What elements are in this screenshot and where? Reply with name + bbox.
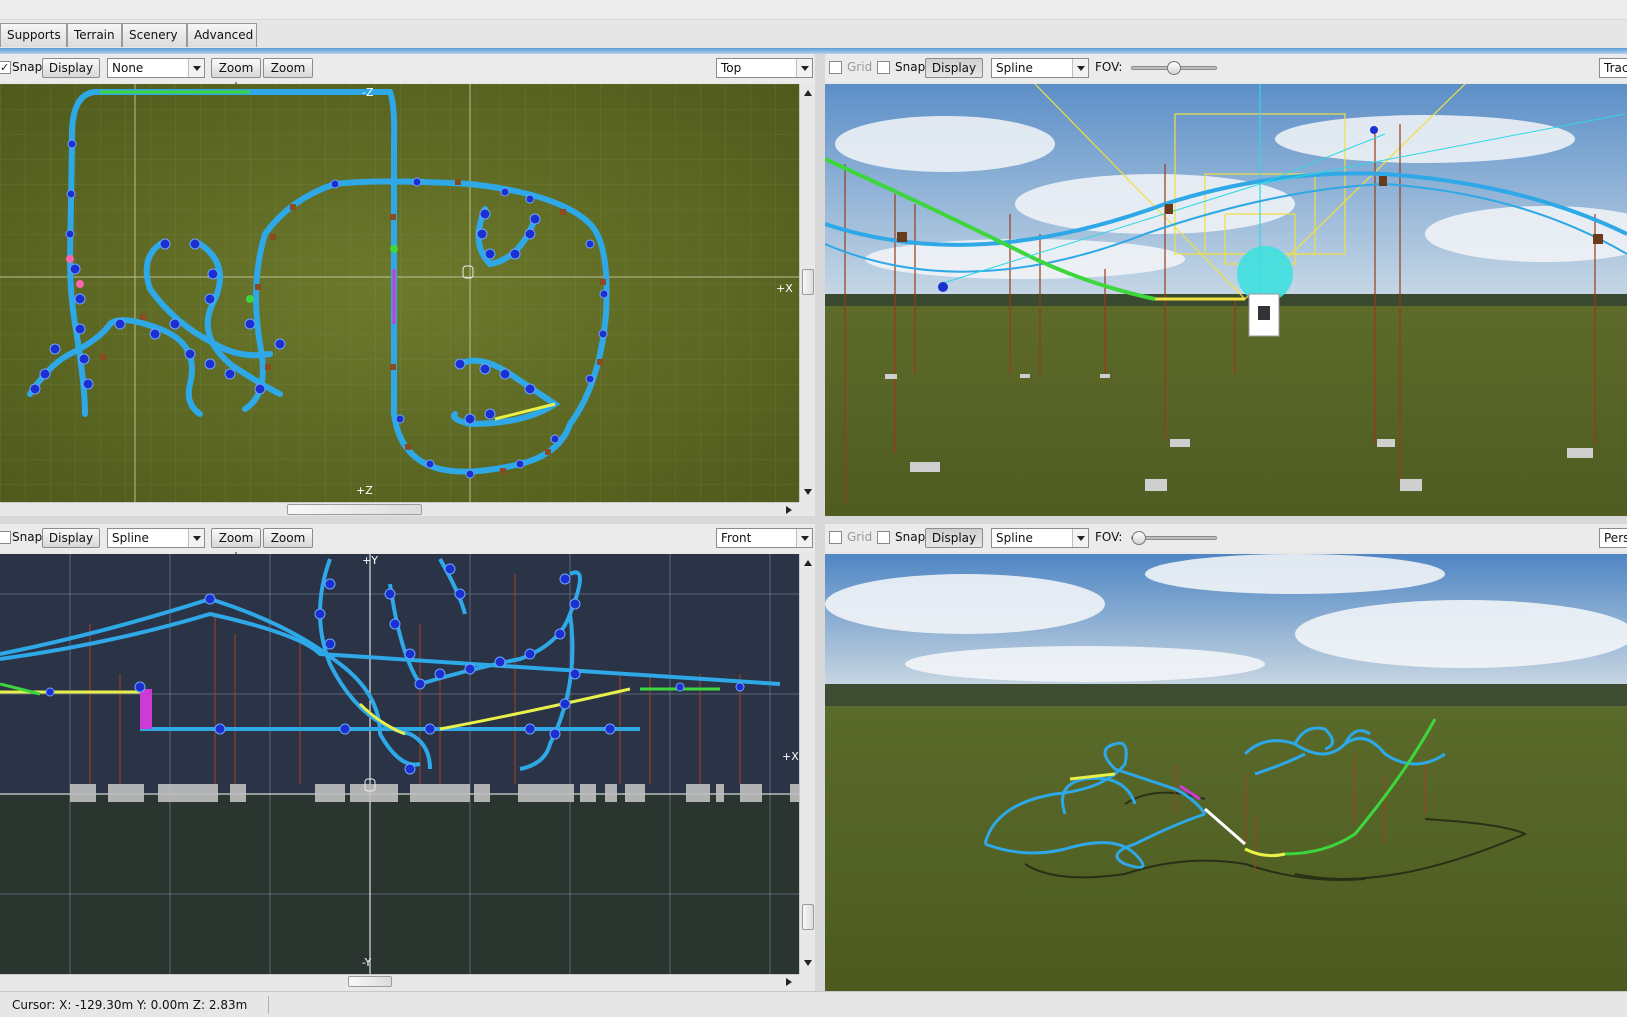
axis-label-plus-x: +X [782,750,799,763]
display-mode-select[interactable]: Spline [991,528,1089,548]
snap-checkbox[interactable] [877,531,890,544]
top-view-hscroll[interactable] [0,502,799,516]
axis-label-minus-y: -Y [362,956,372,969]
track-view-canvas[interactable] [825,84,1627,516]
snap-label: Snap [12,530,43,544]
top-view-pane: Snap Display None Zoom + Zoom - Top [0,54,815,516]
display-mode-select[interactable]: Spline [991,58,1089,78]
grid-label: Grid [847,60,873,74]
display-button[interactable]: Display [42,528,100,548]
tab-supports[interactable]: Supports [0,23,67,47]
front-view-drawing [0,554,799,974]
grid-checkbox[interactable] [829,61,842,74]
dropdown-arrow-icon [1072,59,1088,77]
tab-bar: Supports Terrain Scenery Advanced [0,21,1627,49]
perspective-view-pane: Grid Snap Display Spline FOV: Perspectiv… [825,524,1627,991]
camera-value: Perspective [1604,531,1627,545]
axis-label-plus-z: +Z [356,484,373,497]
snap-label: Snap [895,60,926,74]
horizontal-splitter[interactable] [0,516,1627,524]
dropdown-arrow-icon [188,59,204,77]
dropdown-arrow-icon [796,59,812,77]
slider-thumb-icon[interactable] [1167,61,1181,75]
zoom-out-button[interactable]: Zoom - [263,58,313,93]
view-value: Front [721,531,752,545]
top-view-toolbar: Snap Display None Zoom + Zoom - Top [0,54,815,93]
scroll-up-icon[interactable] [804,560,812,566]
axis-label-minus-z: -Z [362,86,374,99]
dropdown-arrow-icon [796,529,812,547]
view-select[interactable]: Top [716,58,813,78]
display-mode-value: Spline [112,531,149,545]
fov-label: FOV: [1095,530,1123,544]
zoom-in-button[interactable]: Zoom + [211,58,261,93]
camera-select[interactable]: Perspective [1599,528,1627,548]
status-bar: Cursor: X: -129.30m Y: 0.00m Z: 2.83m [0,991,1627,1017]
tab-scenery[interactable]: Scenery [122,23,187,47]
scroll-down-icon[interactable] [804,489,812,495]
track-view-toolbar: Grid Snap Display Spline FOV: Track [825,54,1627,82]
display-mode-value: Spline [996,531,1033,545]
fov-slider[interactable] [1131,61,1217,75]
front-view-pane: Snap Display Spline Zoom + Zoom - Front [0,524,815,991]
top-view-canvas[interactable]: -Z +Z +X [0,84,799,502]
vscroll-thumb[interactable] [802,269,814,295]
front-view-toolbar: Snap Display Spline Zoom + Zoom - Front [0,524,815,563]
display-mode-select[interactable]: None [107,58,205,78]
perspective-view-drawing [825,554,1627,991]
scroll-down-icon[interactable] [804,960,812,966]
hscroll-thumb[interactable] [348,976,392,987]
fov-slider[interactable] [1131,531,1217,545]
dropdown-arrow-icon [188,529,204,547]
perspective-view-toolbar: Grid Snap Display Spline FOV: Perspectiv… [825,524,1627,552]
perspective-view-canvas[interactable] [825,554,1627,991]
front-view-canvas[interactable]: +Y -Y +X [0,554,799,974]
display-button[interactable]: Display [42,58,100,78]
track-view-pane: Grid Snap Display Spline FOV: Track [825,54,1627,516]
axis-label-plus-x: +X [776,282,793,295]
display-button[interactable]: Display [925,528,983,548]
fov-label: FOV: [1095,60,1123,74]
top-view-drawing [0,84,799,502]
menu-bar [0,0,1627,20]
camera-select[interactable]: Track [1599,58,1627,78]
front-view-hscroll[interactable] [0,974,799,988]
slider-thumb-icon[interactable] [1132,531,1146,545]
display-mode-value: None [112,61,144,75]
grid-checkbox[interactable] [829,531,842,544]
display-mode-value: Spline [996,61,1033,75]
display-mode-select[interactable]: Spline [107,528,205,548]
tab-advanced[interactable]: Advanced [187,23,257,47]
scroll-up-icon[interactable] [804,90,812,96]
grid-label: Grid [847,530,873,544]
snap-checkbox[interactable] [0,59,11,77]
dropdown-arrow-icon [1072,529,1088,547]
snap-label: Snap [895,530,926,544]
snap-checkbox[interactable] [877,61,890,74]
scroll-right-icon[interactable] [786,978,792,986]
snap-checkbox[interactable] [0,531,11,544]
front-view-vscroll[interactable] [799,554,815,974]
tab-terrain[interactable]: Terrain [67,23,122,47]
zoom-in-button[interactable]: Zoom + [211,528,261,563]
track-view-drawing [825,84,1627,516]
axis-label-plus-y: +Y [362,554,378,567]
top-view-vscroll[interactable] [799,84,815,502]
camera-value: Track [1604,61,1627,75]
view-select[interactable]: Front [716,528,813,548]
display-button[interactable]: Display [925,58,983,78]
hscroll-thumb[interactable] [287,504,422,515]
vscroll-thumb[interactable] [802,904,814,930]
snap-label: Snap [12,60,43,74]
zoom-out-button[interactable]: Zoom - [263,528,313,563]
status-divider [268,996,269,1014]
view-value: Top [721,61,742,75]
cursor-coordinates: Cursor: X: -129.30m Y: 0.00m Z: 2.83m [12,998,248,1012]
scroll-right-icon[interactable] [786,506,792,514]
